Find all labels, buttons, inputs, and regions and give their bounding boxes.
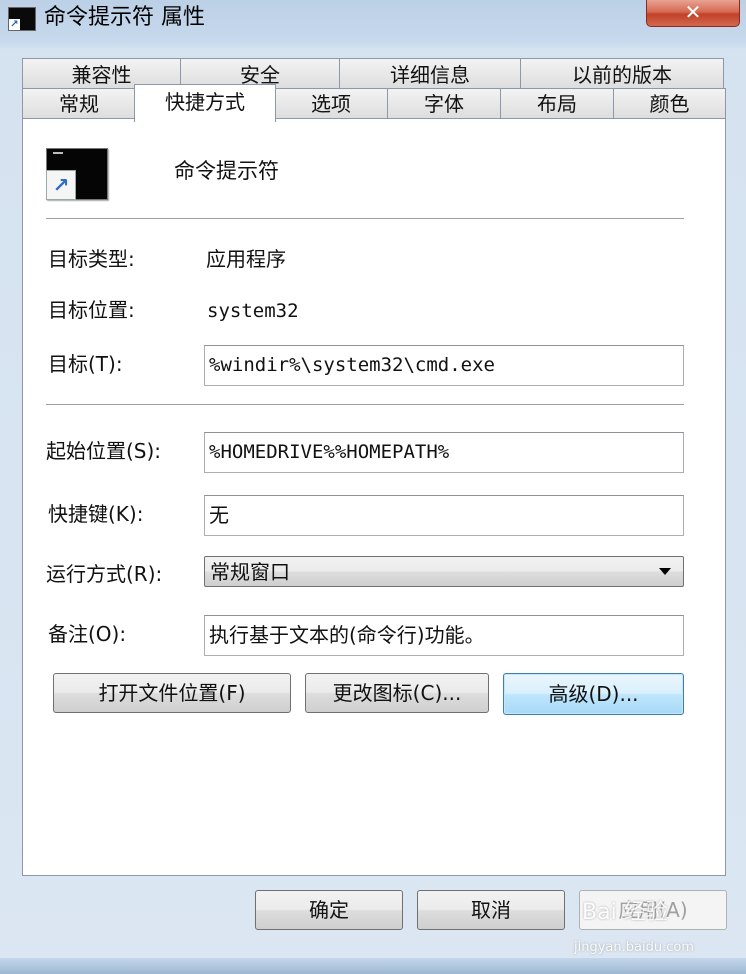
- cancel-button[interactable]: 取消: [417, 890, 565, 930]
- divider: [46, 218, 684, 220]
- tab-strip: 兼容性 安全 详细信息 以前的版本 常规 快捷方式 选项 字体 布局 颜色: [22, 58, 726, 122]
- comment-label: 备注(O):: [48, 622, 127, 646]
- chevron-down-icon: [659, 568, 671, 575]
- shortcut-arrow-icon: ↗: [46, 170, 76, 200]
- hotkey-field-value: 无: [209, 503, 229, 527]
- target-location-label: 目标位置:: [48, 298, 135, 322]
- tab-options[interactable]: 选项: [274, 88, 388, 120]
- advanced-label: 高级(D)...: [548, 682, 639, 706]
- target-type-value: 应用程序: [206, 247, 286, 271]
- tab-layout[interactable]: 布局: [500, 88, 614, 120]
- cmd-app-icon: ↗: [8, 7, 36, 31]
- comment-field-value: 执行基于文本的(命令行)功能。: [209, 623, 485, 647]
- change-icon-label: 更改图标(C)...: [332, 681, 462, 705]
- run-select-value: 常规窗口: [210, 560, 290, 584]
- start-in-field-value: %HOMEDRIVE%%HOMEPATH%: [209, 441, 450, 463]
- comment-field[interactable]: 执行基于文本的(命令行)功能。: [204, 615, 684, 656]
- target-label: 目标(T):: [48, 352, 123, 376]
- start-in-label: 起始位置(S):: [46, 439, 162, 463]
- tab-details[interactable]: 详细信息: [339, 58, 521, 90]
- tab-font[interactable]: 字体: [387, 88, 501, 120]
- change-icon-button[interactable]: 更改图标(C)...: [305, 673, 489, 713]
- tab-shortcut[interactable]: 快捷方式: [134, 84, 276, 122]
- hotkey-field[interactable]: 无: [204, 495, 684, 536]
- tab-colors[interactable]: 颜色: [613, 88, 726, 120]
- ok-button[interactable]: 确定: [255, 890, 403, 930]
- target-field-value: %windir%\system32\cmd.exe: [209, 354, 495, 376]
- start-in-field[interactable]: %HOMEDRIVE%%HOMEPATH%: [204, 432, 684, 473]
- target-type-label: 目标类型:: [48, 247, 135, 271]
- close-button[interactable]: ✕: [646, 0, 740, 27]
- title-bar[interactable]: ↗ 命令提示符 属性 ✕: [0, 0, 746, 40]
- properties-window: ↗ 命令提示符 属性 ✕ 兼容性 安全 详细信息 以前的版本 常规 快捷方式 选…: [0, 0, 746, 974]
- ok-label: 确定: [309, 898, 349, 922]
- target-field[interactable]: %windir%\system32\cmd.exe: [204, 345, 684, 386]
- cmd-shortcut-icon: ↗: [46, 148, 108, 200]
- cancel-label: 取消: [471, 898, 511, 922]
- advanced-button[interactable]: 高级(D)...: [503, 673, 684, 715]
- watermark-url: jingyan.baidu.com: [574, 940, 694, 955]
- close-icon: ✕: [684, 0, 702, 24]
- open-file-location-button[interactable]: 打开文件位置(F): [53, 673, 291, 713]
- shortcut-name: 命令提示符: [174, 159, 279, 183]
- run-select[interactable]: 常规窗口: [204, 556, 684, 587]
- tab-general[interactable]: 常规: [22, 88, 136, 120]
- divider: [46, 404, 684, 406]
- hotkey-label: 快捷键(K):: [48, 502, 144, 526]
- target-location-value: system32: [207, 300, 299, 322]
- tab-previous-versions[interactable]: 以前的版本: [520, 58, 724, 90]
- run-label: 运行方式(R):: [46, 562, 163, 586]
- taskbar: [0, 958, 746, 974]
- watermark-logo: Bai 经验: [582, 900, 668, 925]
- window-title: 命令提示符 属性: [44, 5, 205, 30]
- open-file-location-label: 打开文件位置(F): [98, 681, 246, 705]
